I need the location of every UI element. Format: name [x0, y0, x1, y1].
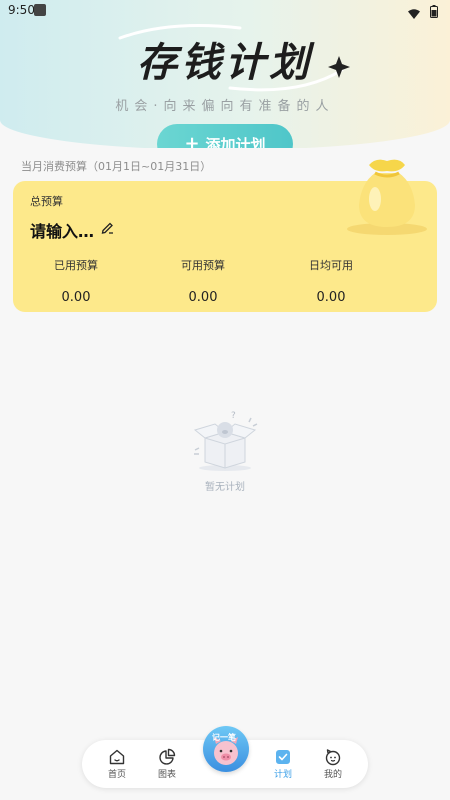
money-bag-icon [347, 159, 427, 235]
bottom-nav: 首页 图表 记一笔 计划 我的 [82, 726, 368, 788]
record-button-label: 记一笔 [212, 733, 236, 742]
available-budget-label: 可用预算 [181, 259, 225, 272]
home-icon [109, 749, 125, 765]
smiley-icon [325, 749, 341, 766]
record-button[interactable]: 记一笔 [203, 726, 249, 772]
battery-icon [430, 3, 438, 22]
nav-plan[interactable]: 计划 [258, 748, 308, 780]
nav-chart[interactable]: 图表 [142, 748, 192, 780]
status-bar: 9:50 [0, 0, 450, 22]
available-budget-value: 0.00 [188, 290, 218, 305]
budget-card: 总预算 请输入… 已用预算 0.00 可用预算 0.00 日均可用 0.00 [13, 159, 437, 312]
budget-amount-input[interactable]: 请输入… [30, 218, 94, 242]
nav-mine-label: 我的 [323, 770, 342, 780]
empty-state-text: 暂无计划 [205, 482, 245, 493]
empty-box-icon: ? [193, 411, 258, 471]
budget-period-label: 当月消费预算（01月1日~01月31日） [21, 160, 212, 173]
nav-mine[interactable]: 我的 [308, 748, 358, 780]
wifi-icon [408, 4, 420, 23]
page-title: 存钱计划 [137, 39, 313, 86]
nav-plan-label: 计划 [273, 770, 292, 780]
daily-available-stat: 日均可用 0.00 [271, 257, 391, 305]
used-budget-label: 已用预算 [54, 259, 98, 272]
nav-home-label: 首页 [107, 770, 126, 780]
svg-text:?: ? [231, 411, 236, 421]
checkbox-icon [276, 750, 290, 764]
nav-home[interactable]: 首页 [92, 748, 142, 780]
used-budget-stat: 已用预算 0.00 [16, 257, 136, 305]
page-subtitle: 机会·向来偏向有准备的人 [115, 99, 335, 114]
status-time: 9:50 [8, 3, 35, 17]
daily-available-value: 0.00 [316, 290, 346, 305]
daily-available-label: 日均可用 [309, 259, 353, 272]
pie-chart-icon [159, 748, 176, 765]
nav-chart-label: 图表 [157, 770, 176, 780]
edit-pencil-icon[interactable] [101, 219, 114, 238]
notification-app-icon [34, 4, 46, 16]
budget-card-title: 总预算 [30, 195, 63, 208]
empty-state: ? 暂无计划 [180, 408, 270, 493]
used-budget-value: 0.00 [61, 290, 91, 305]
available-budget-stat: 可用预算 0.00 [143, 257, 263, 305]
